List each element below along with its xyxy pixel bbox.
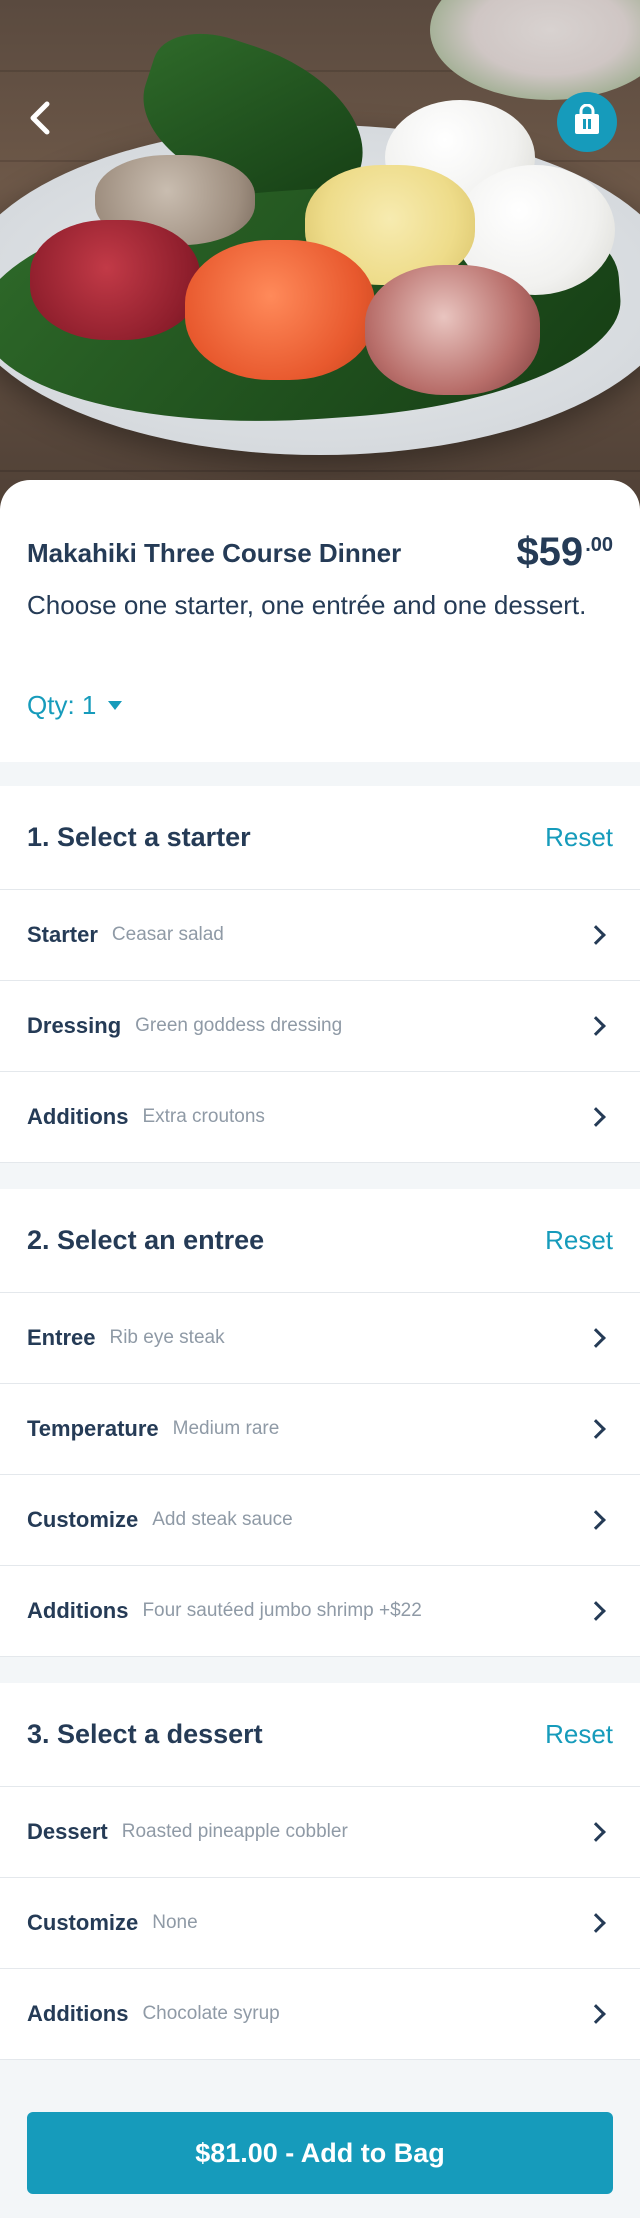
option-value: Rib eye steak: [109, 1327, 225, 1348]
poi-bowl: [430, 0, 640, 100]
hero-food-image: [0, 0, 640, 530]
option-row-temperature[interactable]: Temperature Medium rare: [0, 1384, 640, 1475]
section-header: 2. Select an entree Reset: [0, 1189, 640, 1293]
product-price: $59 .00: [516, 530, 613, 575]
chevron-right-icon: [586, 1913, 606, 1933]
option-label: Additions: [27, 1598, 129, 1623]
option-row-entree[interactable]: Entree Rib eye steak: [0, 1293, 640, 1384]
chevron-right-icon: [586, 1328, 606, 1348]
chevron-right-icon: [586, 1016, 606, 1036]
chevron-right-icon: [586, 925, 606, 945]
entree-section: 2. Select an entree Reset Entree Rib eye…: [0, 1189, 640, 1657]
option-row-additions[interactable]: Additions Chocolate syrup: [0, 1969, 640, 2060]
reset-button[interactable]: Reset: [545, 1719, 613, 1750]
starter-section: 1. Select a starter Reset Starter Ceasar…: [0, 786, 640, 1163]
chevron-right-icon: [586, 1107, 606, 1127]
option-value: Chocolate syrup: [142, 2003, 280, 2024]
salmon-poke: [185, 240, 375, 380]
option-label: Customize: [27, 1507, 139, 1532]
price-cents: .00: [585, 534, 613, 556]
option-label: Additions: [27, 1104, 129, 1129]
option-value: Medium rare: [172, 1418, 280, 1439]
option-label: Starter: [27, 922, 98, 947]
quantity-label: Qty: 1: [27, 690, 97, 720]
add-to-bag-button[interactable]: $81.00 - Add to Bag: [27, 2112, 613, 2194]
chevron-right-icon: [586, 1510, 606, 1530]
option-value: None: [152, 1912, 198, 1933]
back-button[interactable]: [18, 98, 62, 142]
reset-button[interactable]: Reset: [545, 1225, 613, 1256]
option-row-customize[interactable]: Customize None: [0, 1878, 640, 1969]
option-label: Temperature: [27, 1416, 159, 1441]
chevron-right-icon: [586, 2004, 606, 2024]
shopping-bag-icon: [572, 103, 602, 141]
octopus-poke: [365, 265, 540, 395]
option-label: Entree: [27, 1325, 96, 1350]
reset-button[interactable]: Reset: [545, 822, 613, 853]
option-label: Customize: [27, 1910, 139, 1935]
quantity-selector[interactable]: Qty: 1: [27, 690, 123, 721]
chevron-right-icon: [586, 1601, 606, 1621]
section-title: 1. Select a starter: [27, 822, 251, 852]
chevron-left-icon: [29, 101, 51, 140]
option-row-starter[interactable]: Starter Ceasar salad: [0, 890, 640, 981]
option-row-dessert[interactable]: Dessert Roasted pineapple cobbler: [0, 1787, 640, 1878]
option-value: Four sautéed jumbo shrimp +$22: [142, 1600, 422, 1621]
option-row-dressing[interactable]: Dressing Green goddess dressing: [0, 981, 640, 1072]
option-label: Dessert: [27, 1819, 108, 1844]
option-row-additions[interactable]: Additions Four sautéed jumbo shrimp +$22: [0, 1566, 640, 1657]
footer-bar: $81.00 - Add to Bag: [0, 2066, 640, 2218]
option-value: Extra croutons: [142, 1106, 265, 1127]
chevron-right-icon: [586, 1419, 606, 1439]
dessert-section: 3. Select a dessert Reset Dessert Roaste…: [0, 1683, 640, 2060]
section-title: 2. Select an entree: [27, 1225, 265, 1255]
option-value: Green goddess dressing: [135, 1015, 343, 1036]
option-value: Roasted pineapple cobbler: [121, 1821, 348, 1842]
option-value: Add steak sauce: [152, 1509, 293, 1530]
section-header: 1. Select a starter Reset: [0, 786, 640, 890]
section-title: 3. Select a dessert: [27, 1719, 263, 1749]
chevron-right-icon: [586, 1822, 606, 1842]
caret-down-icon: [108, 701, 123, 710]
option-row-customize[interactable]: Customize Add steak sauce: [0, 1475, 640, 1566]
option-label: Dressing: [27, 1013, 122, 1038]
section-header: 3. Select a dessert Reset: [0, 1683, 640, 1787]
option-row-additions[interactable]: Additions Extra croutons: [0, 1072, 640, 1163]
price-dollars: $59: [516, 530, 584, 574]
shopping-bag-button[interactable]: [557, 92, 617, 152]
option-label: Additions: [27, 2001, 129, 2026]
product-description: Choose one starter, one entrée and one d…: [27, 590, 587, 620]
option-value: Ceasar salad: [111, 924, 224, 945]
product-card: Makahiki Three Course Dinner $59 .00 Cho…: [0, 480, 640, 762]
tuna-poke: [30, 220, 200, 340]
product-title: Makahiki Three Course Dinner: [27, 538, 402, 568]
